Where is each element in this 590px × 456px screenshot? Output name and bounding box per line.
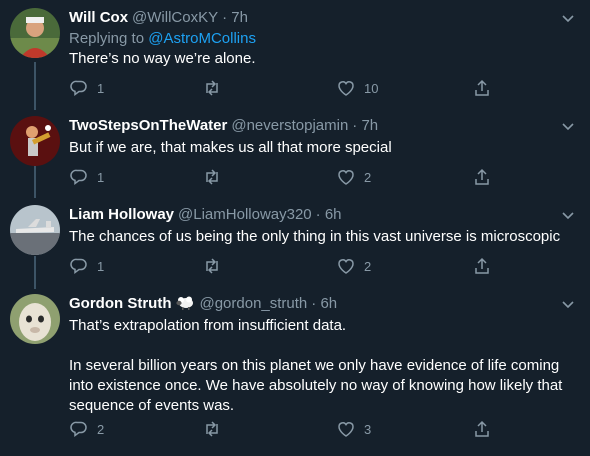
replying-to: Replying to @AstroMCollins: [69, 30, 256, 48]
share-icon: [475, 257, 489, 274]
avatar[interactable]: [10, 294, 60, 344]
avatar[interactable]: [10, 116, 60, 166]
heart-icon: [338, 170, 354, 185]
retweet-button[interactable]: [202, 256, 230, 276]
tweet-text-paragraph: In several billion years on this planet …: [69, 357, 563, 414]
share-button[interactable]: [472, 419, 492, 439]
reply-count: 1: [97, 258, 105, 274]
reply-icon: [70, 169, 87, 185]
like-button[interactable]: 2: [336, 167, 371, 187]
avatar[interactable]: [10, 8, 60, 58]
retweet-icon: [206, 80, 218, 96]
tweet[interactable]: Gordon Struth @gordon_struth · 6h That’s …: [0, 286, 590, 456]
share-button[interactable]: [472, 167, 492, 187]
tweet-text-paragraph: That’s extrapolation from insufficient d…: [69, 317, 347, 334]
timestamp[interactable]: · 7h: [222, 9, 248, 26]
tweet-text: The chances of us being the only thing i…: [69, 227, 574, 247]
replying-to-link[interactable]: @AstroMCollins: [148, 30, 256, 47]
share-button[interactable]: [472, 256, 492, 276]
reply-button[interactable]: 1: [69, 78, 104, 98]
retweet-icon: [206, 169, 218, 185]
reply-icon: [70, 258, 87, 274]
replying-to-prefix: Replying to: [69, 30, 149, 47]
like-button[interactable]: 3: [336, 419, 371, 439]
author-handle[interactable]: @LiamHolloway320: [178, 206, 312, 223]
author-handle[interactable]: @WillCoxKY: [132, 9, 218, 26]
retweet-icon: [206, 258, 218, 274]
tweet-actions: 1 2: [69, 256, 509, 276]
author-handle[interactable]: @neverstopjamin: [231, 117, 348, 134]
reply-count: 2: [97, 421, 105, 437]
tweet-text-paragraph: The chances of us being the only thing i…: [69, 228, 561, 245]
reply-icon: [70, 421, 87, 437]
sheep-emoji-icon: [176, 296, 194, 310]
tweet-text-paragraph: There’s no way we’re alone.: [69, 50, 256, 67]
reply-button[interactable]: 1: [69, 167, 104, 187]
retweet-button[interactable]: [202, 78, 230, 98]
share-icon: [475, 79, 489, 96]
tweet-text: That’s extrapolation from insufficient d…: [69, 316, 569, 416]
author-name[interactable]: Gordon Struth: [69, 295, 171, 312]
chevron-down-icon[interactable]: [560, 296, 576, 312]
timestamp[interactable]: · 6h: [311, 295, 337, 312]
tweet-text-paragraph: But if we are, that makes us all that mo…: [69, 139, 392, 156]
share-icon: [475, 420, 489, 437]
like-button[interactable]: 2: [336, 256, 371, 276]
avatar[interactable]: [10, 205, 60, 255]
reply-icon: [70, 80, 87, 96]
tweet-actions: 1 10: [69, 78, 509, 98]
like-count: 2: [364, 258, 372, 274]
chevron-down-icon[interactable]: [560, 207, 576, 223]
timestamp[interactable]: · 6h: [316, 206, 342, 223]
like-count: 2: [364, 169, 372, 185]
retweet-button[interactable]: [202, 419, 230, 439]
tweet-text: There’s no way we’re alone.: [69, 49, 574, 69]
retweet-icon: [206, 421, 218, 437]
author-name[interactable]: Liam Holloway: [69, 206, 174, 223]
tweet-actions: 1 2: [69, 167, 509, 187]
author-name[interactable]: Will Cox: [69, 9, 128, 26]
like-count: 3: [364, 421, 372, 437]
chevron-down-icon[interactable]: [560, 118, 576, 134]
chevron-down-icon[interactable]: [560, 10, 576, 26]
reply-button[interactable]: 1: [69, 256, 104, 276]
tweet-text: But if we are, that makes us all that mo…: [69, 138, 574, 158]
tweet[interactable]: Will Cox @WillCoxKY · 7h Replying to @Astr…: [0, 0, 590, 108]
share-button[interactable]: [472, 78, 492, 98]
timestamp[interactable]: · 7h: [352, 117, 378, 134]
author-name[interactable]: TwoStepsOnTheWater: [69, 117, 227, 134]
heart-icon: [338, 422, 354, 437]
reply-count: 1: [97, 80, 105, 96]
retweet-button[interactable]: [202, 167, 230, 187]
like-button[interactable]: 10: [336, 78, 378, 98]
heart-icon: [338, 81, 354, 96]
tweet[interactable]: Liam Holloway @LiamHolloway320 · 6h The ch…: [0, 197, 590, 286]
heart-icon: [338, 259, 354, 274]
tweet[interactable]: TwoStepsOnTheWater @neverstopjamin · 7h Bu…: [0, 108, 590, 197]
like-count: 10: [364, 80, 379, 96]
reply-count: 1: [97, 169, 105, 185]
reply-button[interactable]: 2: [69, 419, 104, 439]
tweet-actions: 2 3: [69, 419, 509, 439]
share-icon: [475, 168, 489, 185]
author-handle[interactable]: @gordon_struth: [199, 295, 307, 312]
